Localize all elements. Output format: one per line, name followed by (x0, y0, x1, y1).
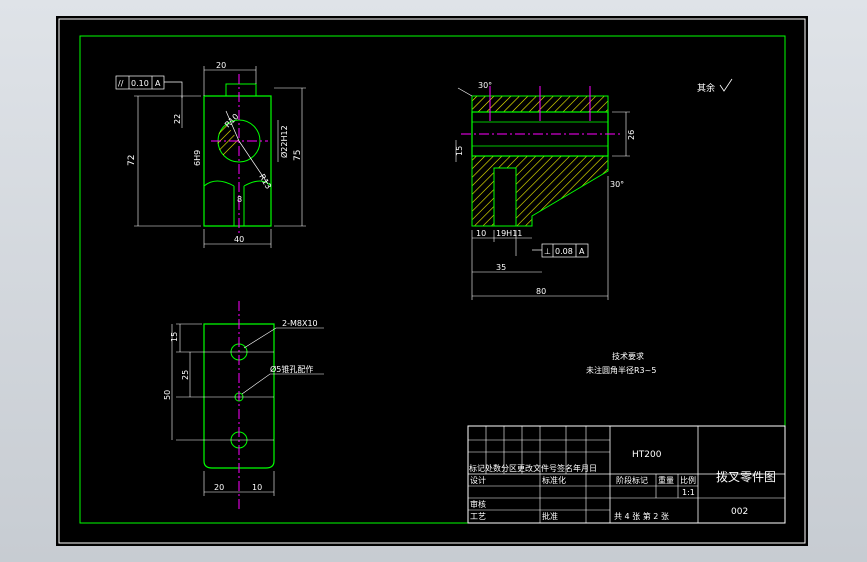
front-dim-22: 22 (173, 114, 182, 124)
front-dim-width: 40 (234, 235, 244, 244)
side-slot (493, 167, 517, 227)
inner-frame (79, 35, 786, 524)
perp-symbol: ⊥ (544, 247, 551, 256)
drawing-svg: 20 40 72 75 Ø22H12 22 6H9 R10 R13 8 // 0… (58, 18, 806, 544)
thread-label: 2-M8X10 (282, 319, 318, 328)
tb-row-header: 标记处数分区更改文件号签名年月日 (469, 463, 597, 473)
tb-scale-value: 1:1 (682, 488, 695, 497)
title-block: 标记处数分区更改文件号签名年月日 设计 标准化 审核 工艺 批准 HT200 阶… (467, 425, 786, 524)
side-lower-hatch (471, 155, 609, 227)
front-dim-8: 8 (237, 195, 242, 204)
front-top-slot (225, 83, 257, 96)
side-dim-19h11: 19H11 (496, 229, 522, 238)
tb-process: 工艺 (470, 512, 486, 521)
side-dim-80: 80 (536, 287, 546, 296)
tolerance-value: 0.10 (131, 79, 149, 88)
tolerance-datum: A (155, 79, 161, 88)
pin-label: Ø5锥孔配作 (270, 364, 313, 374)
side-dim-15: 15 (455, 146, 464, 156)
side-view[interactable]: 30° 30° 26 15 10 19H11 35 80 ⊥ 0.08 A 其余 (455, 78, 733, 300)
tech-title: 技术要求 (612, 351, 644, 361)
side-angle-bottom: 30° (610, 180, 624, 189)
remainder-note: 其余 (697, 82, 715, 94)
bottom-dim-50: 50 (163, 390, 172, 400)
perp-value: 0.08 (555, 247, 573, 256)
roughness-symbol (719, 78, 733, 92)
tb-scale: 比例 (680, 475, 696, 485)
tech-note: 未注圆角半径R3~5 (586, 365, 656, 375)
front-view[interactable]: 20 40 72 75 Ø22H12 22 6H9 R10 R13 8 // 0… (115, 61, 306, 248)
front-dim-height-left: 72 (127, 155, 137, 166)
tb-part-name: 拨叉零件图 (716, 470, 776, 484)
tolerance-symbol: // (118, 79, 124, 88)
bottom-dim-25: 25 (181, 370, 190, 380)
tb-approve: 批准 (542, 511, 558, 521)
pin-leader (241, 373, 324, 395)
outer-border (58, 18, 806, 544)
bottom-dim-15: 15 (170, 332, 179, 342)
bottom-view[interactable]: 15 25 50 20 10 2-M8X10 Ø5锥孔配作 (163, 301, 324, 511)
side-angle-top: 30° (478, 81, 492, 90)
tb-stage-mark: 阶段标记 (616, 475, 648, 485)
tb-drawing-no: 002 (731, 507, 748, 517)
perp-datum: A (579, 247, 585, 256)
tb-sheet-info: 共 4 张 第 2 张 (614, 511, 669, 521)
side-dim-35: 35 (496, 263, 506, 272)
bottom-dim-10: 10 (252, 483, 262, 492)
thread-leader (243, 327, 324, 349)
tb-weight: 重量 (658, 475, 674, 485)
tb-standardize: 标准化 (542, 475, 566, 485)
side-dim-26: 26 (627, 130, 636, 140)
tolerance-leader (164, 81, 183, 98)
tb-review: 审核 (470, 499, 486, 509)
front-dim-bore: Ø22H12 (279, 125, 289, 158)
tb-design: 设计 (470, 475, 486, 485)
front-dim-top: 20 (216, 61, 226, 70)
front-dim-r10: R10 (223, 112, 241, 130)
cad-canvas[interactable]: 20 40 72 75 Ø22H12 22 6H9 R10 R13 8 // 0… (56, 16, 808, 546)
tb-material: HT200 (632, 450, 662, 460)
front-dim-slot: 6H9 (193, 150, 202, 166)
front-dim-height-right: 75 (293, 150, 303, 161)
bottom-dim-20: 20 (214, 483, 224, 492)
side-dim-10: 10 (476, 229, 486, 238)
